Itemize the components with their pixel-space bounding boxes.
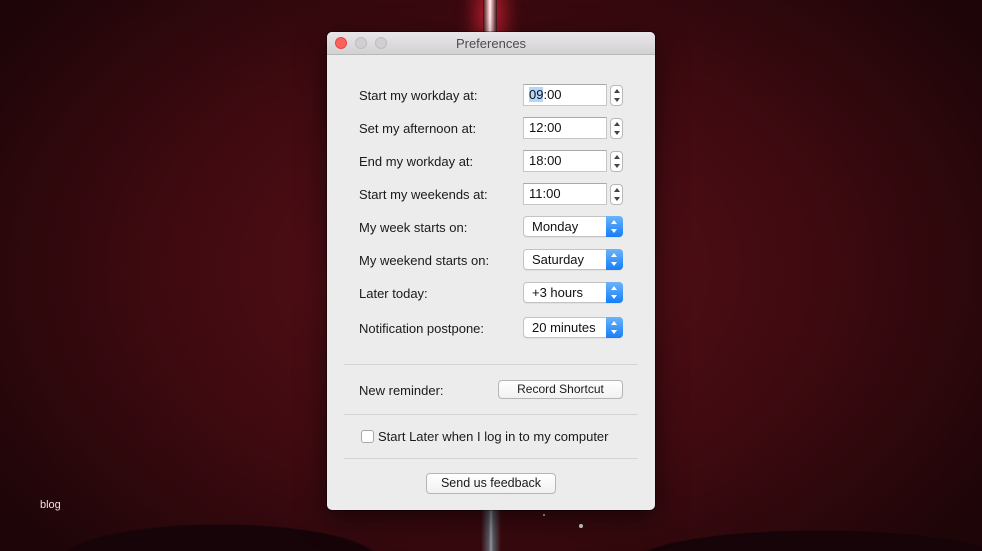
divider (344, 414, 638, 415)
start-at-login-checkbox[interactable] (361, 430, 374, 443)
chevron-updown-icon (606, 249, 623, 270)
weekend-start-time-row: Start my weekends at: 11:00 (327, 183, 655, 207)
afternoon-field[interactable]: 12:00 (523, 117, 607, 139)
notification-postpone-row: Notification postpone: 20 minutes (327, 317, 655, 341)
workday-start-stepper[interactable] (610, 85, 623, 106)
record-shortcut-button[interactable]: Record Shortcut (498, 380, 623, 399)
desktop-background: blog Preferences Start my workday at: 09… (0, 0, 982, 551)
workday-end-row: End my workday at: 18:00 (327, 150, 655, 174)
weekend-start-time-stepper[interactable] (610, 184, 623, 205)
title-bar[interactable]: Preferences (327, 32, 655, 55)
week-start-popup[interactable]: Monday (523, 216, 623, 237)
afternoon-row: Set my afternoon at: 12:00 (327, 117, 655, 141)
new-reminder-label: New reminder: (359, 383, 444, 398)
chevron-updown-icon (606, 317, 623, 338)
preferences-window: Preferences Start my workday at: 09:00 S… (327, 32, 655, 510)
divider (344, 458, 638, 459)
week-start-value: Monday (532, 219, 579, 234)
notification-postpone-label: Notification postpone: (359, 321, 485, 336)
afternoon-stepper[interactable] (610, 118, 623, 139)
shortcut-row: New reminder: Record Shortcut (327, 379, 655, 403)
week-start-row: My week starts on: Monday (327, 216, 655, 240)
weekend-start-day-row: My weekend starts on: Saturday (327, 249, 655, 273)
weekend-start-day-value: Saturday (532, 252, 585, 267)
workday-end-label: End my workday at: (359, 154, 474, 169)
start-at-login-label[interactable]: Start Later when I log in to my computer (378, 429, 609, 444)
later-today-popup[interactable]: +3 hours (523, 282, 623, 303)
send-feedback-button[interactable]: Send us feedback (426, 473, 556, 494)
window-title: Preferences (455, 36, 527, 51)
light-beam-top (483, 0, 497, 36)
workday-end-stepper[interactable] (610, 151, 623, 172)
later-today-value: +3 hours (532, 285, 583, 300)
weekend-start-day-popup[interactable]: Saturday (523, 249, 623, 270)
selected-hour: 09 (529, 87, 544, 102)
login-row: Start Later when I log in to my computer (327, 428, 655, 452)
divider (344, 364, 638, 365)
chevron-updown-icon (606, 282, 623, 303)
afternoon-label: Set my afternoon at: (359, 121, 477, 136)
workday-start-row: Start my workday at: 09:00 (327, 84, 655, 108)
later-today-label: Later today: (359, 286, 428, 301)
minutes: :00 (543, 87, 562, 102)
workday-start-label: Start my workday at: (359, 88, 478, 103)
blog-label: blog (40, 499, 61, 511)
notification-postpone-popup[interactable]: 20 minutes (523, 317, 623, 338)
later-today-row: Later today: +3 hours (327, 282, 655, 306)
chevron-updown-icon (606, 216, 623, 237)
workday-start-field[interactable]: 09:00 (523, 84, 607, 106)
star (543, 514, 545, 516)
workday-end-field[interactable]: 18:00 (523, 150, 607, 172)
weekend-start-day-label: My weekend starts on: (359, 253, 490, 268)
weekend-start-time-field[interactable]: 11:00 (523, 183, 607, 205)
weekend-start-time-label: Start my weekends at: (359, 187, 488, 202)
week-start-label: My week starts on: (359, 220, 468, 235)
star (579, 524, 583, 528)
notification-postpone-value: 20 minutes (532, 320, 596, 335)
